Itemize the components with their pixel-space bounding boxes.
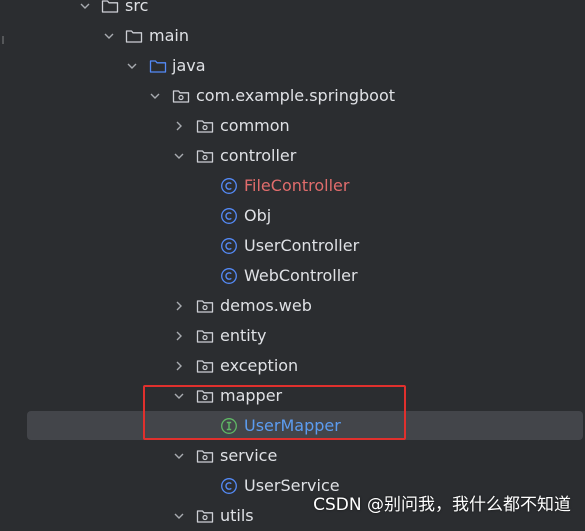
package-icon: [196, 447, 214, 465]
tree-item-common[interactable]: common: [0, 111, 585, 141]
tree-item-label: exception: [220, 356, 299, 375]
project-tree: src main java com.example.springboot com…: [0, 0, 585, 525]
tree-item-label: com.example.springboot: [196, 86, 396, 105]
tree-item-label: FileController: [244, 176, 350, 195]
tree-item-label: Obj: [244, 206, 272, 225]
package-icon: [196, 147, 214, 165]
package-icon: [196, 117, 214, 135]
chevron-right-icon[interactable]: [174, 301, 184, 311]
package-icon: [196, 297, 214, 315]
tree-item-demos-web[interactable]: demos.web: [0, 291, 585, 321]
folder-icon: [125, 27, 143, 45]
package-icon: [196, 357, 214, 375]
chevron-down-icon[interactable]: [80, 1, 90, 11]
chevron-right-icon[interactable]: [174, 121, 184, 131]
watermark: CSDN @别问我，我什么都不知道: [313, 495, 571, 515]
package-icon: [196, 507, 214, 525]
tree-item-label: entity: [220, 326, 267, 345]
source-folder-icon: [149, 57, 167, 75]
package-icon: [172, 87, 190, 105]
tree-item-obj[interactable]: Obj: [0, 201, 585, 231]
chevron-down-icon[interactable]: [174, 151, 184, 161]
tree-item-label: src: [125, 0, 149, 15]
class-icon: [220, 177, 238, 195]
tree-item-com-example-springboot[interactable]: com.example.springboot: [0, 81, 585, 111]
tree-item-label: java: [172, 56, 206, 75]
tree-item-label: main: [149, 26, 189, 45]
annotation-highlight-box: [143, 385, 406, 440]
tree-item-exception[interactable]: exception: [0, 351, 585, 381]
class-icon: [220, 267, 238, 285]
class-icon: [220, 477, 238, 495]
tree-item-entity[interactable]: entity: [0, 321, 585, 351]
tree-item-webcontroller[interactable]: WebController: [0, 261, 585, 291]
tree-item-label: common: [220, 116, 290, 135]
tree-item-main[interactable]: main: [0, 21, 585, 51]
tree-item-label: utils: [220, 506, 254, 525]
tree-item-label: service: [220, 446, 278, 465]
chevron-down-icon[interactable]: [127, 61, 137, 71]
class-icon: [220, 237, 238, 255]
tree-item-label: UserController: [244, 236, 360, 255]
tree-item-controller[interactable]: controller: [0, 141, 585, 171]
tree-item-label: WebController: [244, 266, 358, 285]
tree-item-filecontroller[interactable]: FileController: [0, 171, 585, 201]
chevron-right-icon[interactable]: [174, 331, 184, 341]
chevron-down-icon[interactable]: [174, 451, 184, 461]
tree-item-service[interactable]: service: [0, 441, 585, 471]
package-icon: [196, 327, 214, 345]
chevron-right-icon[interactable]: [174, 361, 184, 371]
chevron-down-icon[interactable]: [150, 91, 160, 101]
folder-icon: [101, 0, 119, 15]
tree-item-label: controller: [220, 146, 297, 165]
tree-item-java[interactable]: java: [0, 51, 585, 81]
tree-item-usercontroller[interactable]: UserController: [0, 231, 585, 261]
class-icon: [220, 207, 238, 225]
tree-item-src[interactable]: src: [0, 0, 585, 21]
tree-item-label: demos.web: [220, 296, 312, 315]
chevron-down-icon[interactable]: [174, 511, 184, 521]
chevron-down-icon[interactable]: [104, 31, 114, 41]
